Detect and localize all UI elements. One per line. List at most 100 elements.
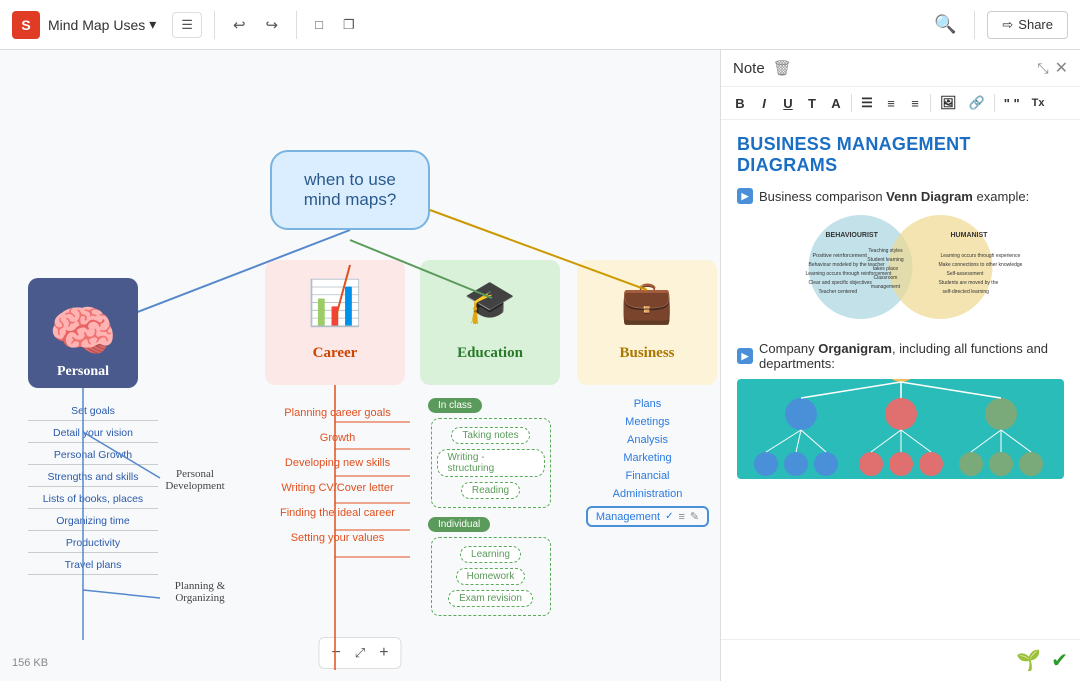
- edu-sub-5[interactable]: Exam revision: [448, 590, 533, 607]
- svg-text:Clear and specific objectives: Clear and specific objectives: [809, 280, 873, 286]
- section1-text-after: example:: [973, 189, 1029, 204]
- note-close-icon[interactable]: ✕: [1055, 58, 1068, 78]
- personal-sub-5[interactable]: Organizing time: [28, 515, 158, 531]
- career-sub-0[interactable]: Planning career goals: [270, 403, 405, 421]
- zoom-in-btn[interactable]: +: [375, 642, 392, 664]
- zoom-fit-btn[interactable]: ⤢: [351, 643, 369, 663]
- frame-btn[interactable]: □: [309, 13, 329, 36]
- note-section-org: ▶ Company Organigram, including all func…: [737, 341, 1064, 479]
- note-toolbar: B I U T A ☰ ≡ ≡ 🖼 🔗 " " Tx: [721, 87, 1080, 120]
- biz-sub-3[interactable]: Marketing: [623, 452, 671, 464]
- svg-text:Positive reinforcement: Positive reinforcement: [813, 253, 868, 259]
- svg-text:Students are moved by the: Students are moved by the: [939, 280, 999, 286]
- clear-format-btn[interactable]: Tx: [1027, 94, 1050, 112]
- biz-sub-4[interactable]: Financial: [625, 470, 669, 482]
- in-class-box: Taking notes Writing - structuring Readi…: [431, 418, 551, 508]
- career-sub-4[interactable]: Finding the ideal career: [270, 503, 405, 521]
- edu-sub-3[interactable]: Learning: [460, 546, 521, 563]
- biz-sub-0[interactable]: Plans: [634, 398, 662, 410]
- section2-bold: Organigram: [818, 341, 892, 356]
- business-node[interactable]: 💼 Business: [577, 260, 717, 385]
- career-sub-5[interactable]: Setting your values: [270, 528, 405, 546]
- edu-sub-1[interactable]: Writing - structuring: [437, 449, 545, 477]
- section1-text-before: Business comparison: [759, 189, 883, 204]
- canvas[interactable]: when to use mind maps? 🧠 Personal 📊 Care…: [0, 50, 720, 681]
- biz-sub-1[interactable]: Meetings: [625, 416, 670, 428]
- main-toolbar: S Mind Map Uses ▾ ☰ ↩ ↪ □ ❐ 🔍 ⇨ Share: [0, 0, 1080, 50]
- edu-sub-4[interactable]: Homework: [456, 568, 526, 585]
- individual-badge: Individual: [428, 517, 490, 532]
- image-btn[interactable]: 🖼: [935, 92, 962, 114]
- business-node-label: Business: [577, 345, 717, 362]
- note-content[interactable]: BUSINESS MANAGEMENT DIAGRAMS ▶ Business …: [721, 120, 1080, 639]
- note-content-title: BUSINESS MANAGEMENT DIAGRAMS: [737, 134, 1064, 176]
- personal-sub-2[interactable]: Personal Growth: [28, 449, 158, 465]
- sep3: [974, 11, 975, 39]
- svg-text:Classroom: Classroom: [874, 275, 898, 281]
- education-node[interactable]: 🎓 Education: [420, 260, 560, 385]
- career-node[interactable]: 📊 Career: [265, 260, 405, 385]
- quote-btn[interactable]: " ": [999, 93, 1025, 114]
- note-title-label: Note: [733, 60, 765, 77]
- svg-text:BEHAVIOURIST: BEHAVIOURIST: [826, 232, 879, 239]
- org-chart: CEO: [737, 379, 1064, 479]
- align-btn[interactable]: ≡: [904, 93, 926, 114]
- section2-icon: ▶: [737, 348, 753, 364]
- note-check-icon[interactable]: ✔: [1051, 648, 1068, 673]
- education-node-label: Education: [420, 345, 560, 362]
- font-color-btn[interactable]: A: [825, 93, 847, 114]
- share-btn[interactable]: ⇨ Share: [987, 11, 1068, 39]
- menu-btn[interactable]: ☰: [172, 12, 202, 38]
- ul-btn[interactable]: ☰: [856, 92, 878, 114]
- clone-btn[interactable]: ❐: [337, 13, 361, 37]
- personal-sub-6[interactable]: Productivity: [28, 537, 158, 553]
- personal-sub-0[interactable]: Set goals: [28, 405, 158, 421]
- management-item[interactable]: Management ✓ ≡ ✎: [586, 506, 709, 527]
- zoom-out-btn[interactable]: −: [327, 642, 344, 664]
- career-sub-list: Planning career goals Growth Developing …: [270, 403, 405, 546]
- ol-btn[interactable]: ≡: [880, 93, 902, 114]
- note-collapse-icon[interactable]: ⤡: [1037, 60, 1048, 77]
- redo-btn[interactable]: ↪: [260, 12, 285, 38]
- toolbar-sep2: [930, 94, 931, 112]
- personal-sub-3[interactable]: Strengths and skills: [28, 471, 158, 487]
- individual-box: Learning Homework Exam revision: [431, 537, 551, 616]
- bold-btn[interactable]: B: [729, 93, 751, 114]
- biz-sub-5[interactable]: Administration: [613, 488, 683, 500]
- note-section-venn: ▶ Business comparison Venn Diagram examp…: [737, 188, 1064, 327]
- svg-text:management: management: [871, 284, 901, 290]
- career-node-label: Career: [265, 345, 405, 362]
- central-node[interactable]: when to use mind maps?: [270, 150, 430, 230]
- personal-sub-list: Set goals Detail your vision Personal Gr…: [28, 405, 158, 575]
- personal-node[interactable]: 🧠 Personal: [28, 278, 138, 388]
- biz-sub-2[interactable]: Analysis: [627, 434, 668, 446]
- italic-btn[interactable]: I: [753, 93, 775, 114]
- career-sub-1[interactable]: Growth: [270, 428, 405, 446]
- canvas-bottom-bar: − ⤢ +: [318, 637, 401, 669]
- file-size: 156 KB: [12, 657, 48, 669]
- section1-bold: Venn Diagram: [883, 189, 973, 204]
- business-sub-list: Plans Meetings Analysis Marketing Financ…: [585, 398, 710, 527]
- career-sub-3[interactable]: Writing CV/Cover letter: [270, 478, 405, 496]
- personal-sub-1[interactable]: Detail your vision: [28, 427, 158, 443]
- career-sub-2[interactable]: Developing new skills: [270, 453, 405, 471]
- note-header: Note 🗑 ⤡ ✕: [721, 50, 1080, 87]
- underline-btn[interactable]: U: [777, 93, 799, 114]
- note-delete-icon[interactable]: 🗑: [773, 59, 792, 77]
- edu-sub-0[interactable]: Taking notes: [451, 427, 529, 444]
- share-icon: ⇨: [1002, 17, 1013, 33]
- sep2: [296, 11, 297, 39]
- toolbar-sep3: [994, 94, 995, 112]
- svg-text:self-directed learning: self-directed learning: [943, 289, 990, 295]
- strikethrough-btn[interactable]: T: [801, 93, 823, 114]
- personal-sub-4[interactable]: Lists of books, places: [28, 493, 158, 509]
- note-ai-icon[interactable]: 🌱: [1016, 648, 1041, 673]
- edu-sub-2[interactable]: Reading: [461, 482, 520, 499]
- in-class-badge: In class: [428, 398, 482, 413]
- section1-icon: ▶: [737, 188, 753, 204]
- link-btn[interactable]: 🔗: [964, 92, 990, 114]
- org-chart-svg: CEO: [741, 379, 1061, 479]
- undo-btn[interactable]: ↩: [227, 12, 252, 38]
- search-btn[interactable]: 🔍: [928, 10, 962, 39]
- personal-sub-7[interactable]: Travel plans: [28, 559, 158, 575]
